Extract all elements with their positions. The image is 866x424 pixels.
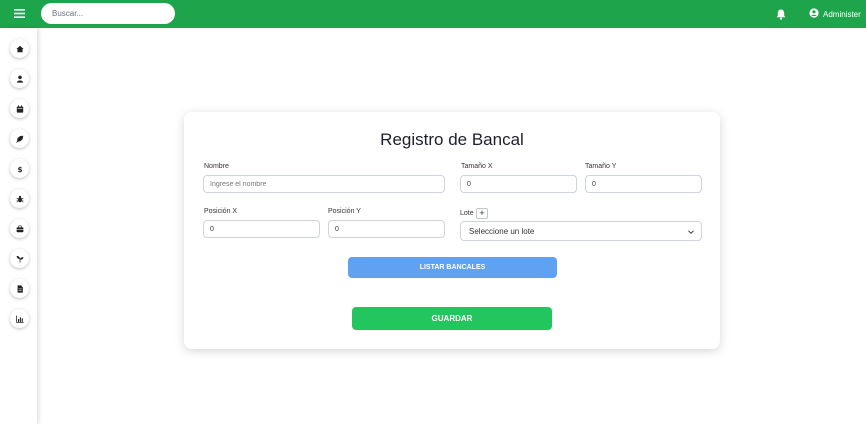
user-menu[interactable]: Administer [809, 7, 861, 21]
sidebar-item-crops[interactable] [10, 129, 29, 148]
posicion-x-label: Posición X [204, 208, 238, 215]
save-button[interactable]: GUARDAR [352, 307, 552, 330]
sidebar-item-users[interactable] [10, 69, 29, 88]
leaf-icon [15, 130, 24, 148]
lote-select-value: Seleccione un lote [469, 226, 535, 236]
sidebar-item-finance[interactable]: $ [10, 159, 29, 178]
lote-label: Lote [460, 210, 474, 217]
hamburger-icon[interactable] [9, 5, 29, 21]
tamano-y-input[interactable] [585, 175, 702, 193]
seedling-icon [16, 250, 24, 268]
posicion-x-input[interactable] [203, 220, 320, 238]
nombre-input[interactable] [203, 175, 445, 193]
calendar-icon [16, 100, 24, 118]
bancal-form-card: Registro de Bancal Nombre Tamaño X Tamañ… [184, 112, 720, 349]
toolbox-icon [16, 220, 24, 238]
bell-icon[interactable] [775, 8, 787, 20]
sidebar-item-seeds[interactable] [10, 249, 29, 268]
sidebar: $ [0, 28, 38, 424]
user-circle-icon [809, 8, 819, 20]
sidebar-item-reports[interactable] [10, 279, 29, 298]
lote-select[interactable]: Seleccione un lote [460, 221, 702, 241]
search-input[interactable] [41, 3, 175, 24]
sidebar-item-inventory[interactable] [10, 219, 29, 238]
tamano-y-label: Tamaño Y [585, 163, 617, 170]
dollar-icon: $ [16, 160, 24, 178]
add-lote-button[interactable]: + [476, 208, 488, 219]
tamano-x-input[interactable] [460, 175, 577, 193]
nombre-label: Nombre [204, 163, 229, 170]
user-name: Administer [823, 9, 861, 19]
svg-text:$: $ [17, 165, 22, 173]
posicion-y-input[interactable] [328, 220, 445, 238]
chart-icon [15, 310, 24, 328]
posicion-y-label: Posición Y [328, 208, 361, 215]
home-icon [15, 40, 24, 58]
sidebar-item-calendar[interactable] [10, 99, 29, 118]
top-bar: Administer [0, 0, 866, 28]
user-icon [16, 70, 24, 88]
sidebar-item-pests[interactable] [10, 189, 29, 208]
chevron-down-icon [687, 228, 695, 236]
sidebar-item-home[interactable] [10, 39, 29, 58]
form-title: Registro de Bancal [380, 130, 524, 149]
list-bancales-button[interactable]: LISTAR BANCALES [348, 257, 557, 278]
file-icon [16, 280, 24, 298]
tamano-x-label: Tamaño X [461, 163, 493, 170]
bug-icon [15, 190, 24, 208]
sidebar-item-statistics[interactable] [10, 309, 29, 328]
